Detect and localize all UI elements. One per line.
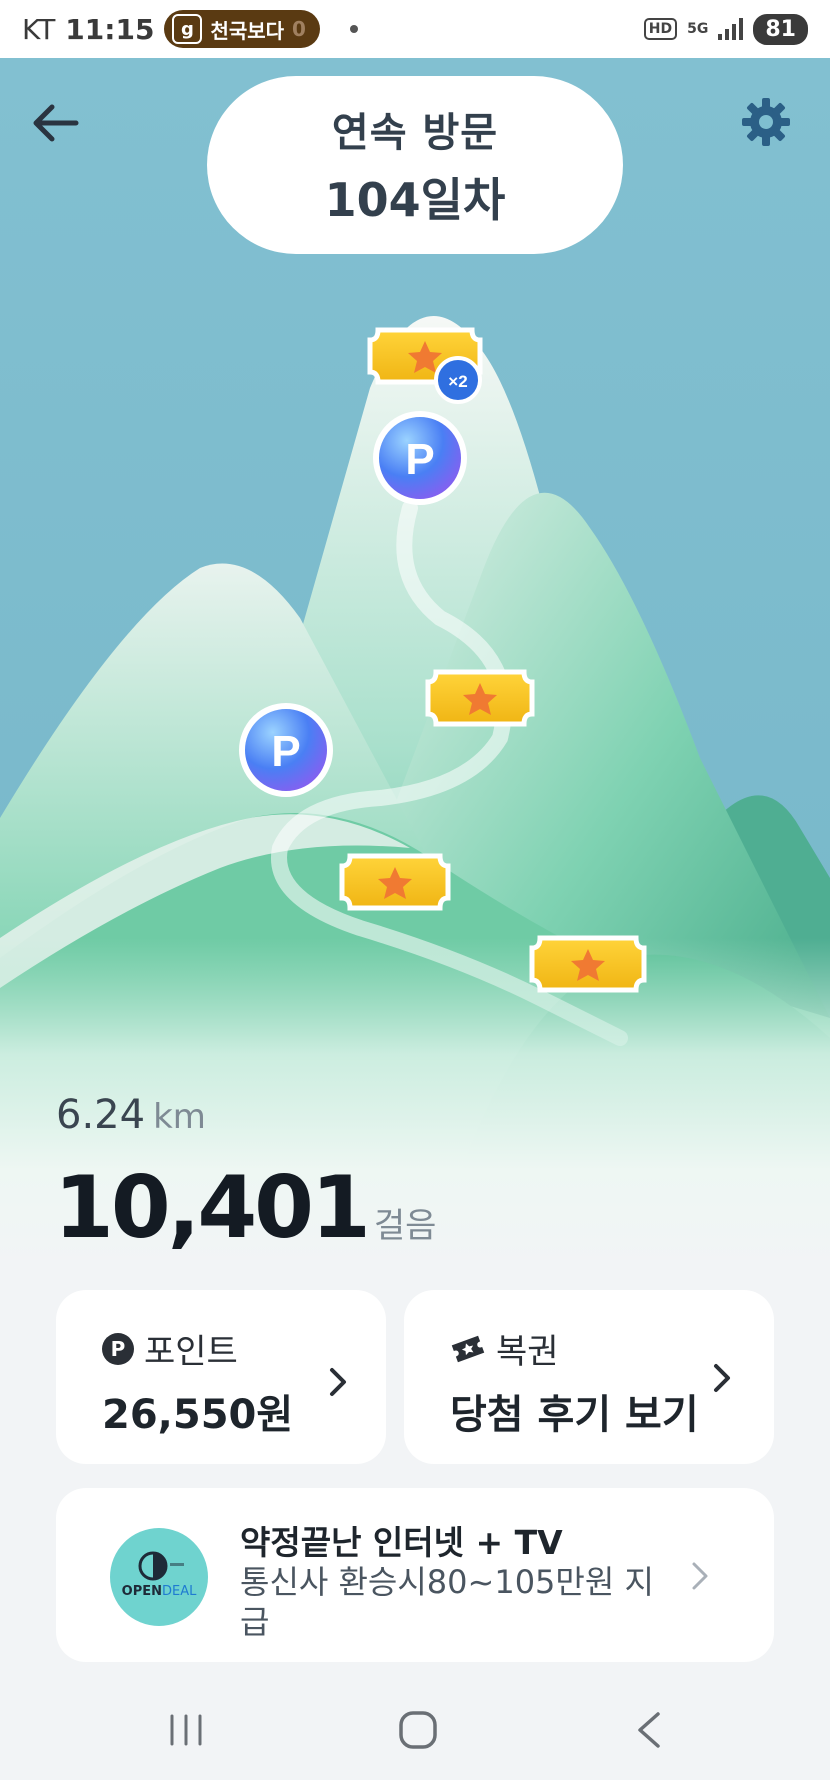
distance-display: 6.24 km (56, 1092, 206, 1138)
ticket-marker-icon[interactable] (425, 669, 535, 727)
carrier-label: KT (22, 12, 56, 46)
visit-streak-days: 104일차 (324, 173, 506, 227)
chevron-right-icon (714, 1364, 730, 1392)
point-marker-label: P (271, 727, 300, 776)
point-badge-icon: P (102, 1332, 134, 1365)
home-button[interactable] (388, 1702, 448, 1758)
ad-subtitle: 통신사 환승시80~105만원 지급 (240, 1563, 654, 1641)
media-pill[interactable]: g 천국보다 0 (164, 10, 320, 48)
distance-value: 6.24 (56, 1092, 146, 1138)
media-pill-label: 천국보다 (210, 18, 285, 43)
points-title: 포인트 (144, 1332, 238, 1372)
step-count-unit: 걸음 (373, 1206, 437, 1246)
settings-button[interactable] (738, 94, 794, 150)
point-marker-label: P (405, 435, 434, 484)
back-icon (638, 1712, 660, 1748)
points-value: 26,550원 (102, 1392, 294, 1438)
visit-streak-pill: 연속 방문 104일차 (207, 76, 623, 254)
network-5g-icon: 5G (687, 21, 709, 37)
chevron-right-icon (692, 1562, 708, 1590)
arrow-left-icon (33, 104, 79, 142)
visit-streak-label: 연속 방문 (331, 110, 499, 156)
opendeal-logo-icon (138, 1551, 184, 1581)
step-count-value: 10,401 (54, 1158, 371, 1258)
notification-dot-icon (349, 25, 358, 33)
lottery-card[interactable]: 복권 당첨 후기 보기 (404, 1290, 774, 1464)
status-bar: KT 11:15 g 천국보다 0 HD 5G 81 (0, 0, 830, 58)
home-icon (399, 1711, 437, 1749)
signal-icon (718, 18, 744, 40)
point-marker-icon[interactable]: P (373, 411, 467, 505)
clock: 11:15 (65, 12, 155, 46)
opendeal-logo: OPENDEAL (110, 1528, 208, 1626)
lottery-value: 당첨 후기 보기 (450, 1392, 699, 1438)
hd-voice-icon: HD (643, 18, 678, 40)
opendeal-logo-text: OPENDEAL (121, 1584, 197, 1599)
ticket-icon (451, 1335, 485, 1362)
multiplier-label: ×2 (448, 372, 467, 391)
battery-icon: 81 (753, 13, 808, 45)
ad-title: 약정끝난 인터넷 + TV (240, 1523, 563, 1562)
recent-apps-button[interactable] (156, 1702, 216, 1758)
recent-apps-icon (170, 1714, 202, 1746)
lottery-title: 복권 (496, 1332, 559, 1372)
multiplier-badge: ×2 (434, 356, 482, 404)
nav-back-button[interactable] (620, 1702, 680, 1758)
point-marker-icon[interactable]: P (239, 703, 333, 797)
points-card[interactable]: P 포인트 26,550원 (56, 1290, 386, 1464)
genie-icon: g (172, 14, 203, 44)
distance-unit: km (153, 1097, 206, 1137)
chevron-right-icon (330, 1368, 346, 1396)
media-pill-trail: 0 (292, 17, 306, 41)
ticket-marker-icon[interactable] (529, 935, 647, 993)
ad-banner[interactable]: OPENDEAL 약정끝난 인터넷 + TV 통신사 환승시80~105만원 지… (56, 1488, 774, 1662)
system-nav-bar (0, 1680, 830, 1780)
step-count-display: 10,401 걸음 (54, 1158, 436, 1258)
ticket-marker-icon[interactable] (339, 853, 451, 911)
gear-icon (742, 98, 790, 146)
back-button[interactable] (28, 95, 84, 151)
